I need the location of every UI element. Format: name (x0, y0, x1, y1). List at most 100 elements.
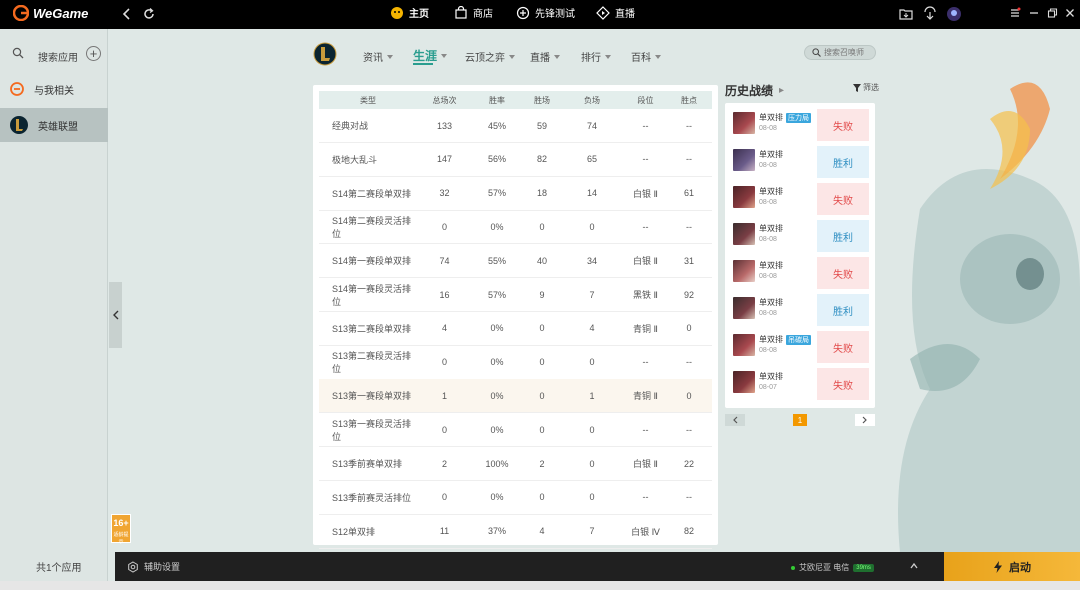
topnav-pioneer-test[interactable]: 先锋测试 (516, 5, 575, 20)
match-item[interactable]: 单双排 吊碳局 08-08 失败 (731, 331, 871, 364)
col-header-lp: 胜点 (681, 95, 697, 105)
wegame-logo[interactable]: WeGame (13, 5, 88, 21)
search-icon (12, 47, 24, 59)
table-row[interactable]: S13季前赛单双排 2 100% 2 0 白银 Ⅱ 22 (319, 447, 712, 481)
match-mode: 单双排 (759, 223, 783, 234)
cell-wins: 0 (539, 221, 545, 232)
table-row[interactable]: S13第一赛段灵活排位 0 0% 0 0 -- -- (319, 413, 712, 448)
cell-wins: 0 (539, 424, 545, 435)
topnav-label: 主页 (409, 9, 429, 20)
download-icon[interactable] (922, 6, 938, 22)
match-mode-label: 单双排 (759, 298, 783, 307)
subnav-wiki[interactable]: 百科 (631, 49, 661, 64)
match-result: 失败 (817, 183, 869, 215)
table-row[interactable]: S13第二赛段单双排 4 0% 0 4 青铜 Ⅱ 0 (319, 312, 712, 346)
cell-lp: 82 (683, 526, 694, 537)
match-item[interactable]: 单双排 08-07 失败 (731, 368, 871, 401)
match-item[interactable]: 单双排 压力局 08-08 失败 (731, 109, 871, 142)
active-tab-underline (413, 63, 433, 65)
back-icon[interactable] (119, 6, 135, 22)
topnav-live[interactable]: 直播 (596, 5, 635, 20)
search-icon (812, 48, 821, 57)
match-item[interactable]: 单双排 08-08 胜利 (731, 146, 871, 179)
cell-wins: 0 (539, 492, 545, 503)
table-row[interactable]: S13第二赛段灵活排位 0 0% 0 0 -- -- (319, 346, 712, 380)
match-mode-label: 单双排 (759, 372, 783, 381)
close-icon[interactable] (1063, 6, 1079, 22)
cell-rank: -- (642, 424, 649, 435)
cell-total: 2 (441, 458, 447, 469)
match-tag: 吊碳局 (786, 334, 811, 345)
table-header: 类型 总场次 胜率 胜场 负场 段位 胜点 (319, 91, 712, 109)
chevron-up-icon[interactable] (909, 561, 919, 571)
sidebar-item-lol[interactable]: 英雄联盟 (0, 108, 108, 142)
avatar[interactable] (946, 6, 962, 22)
folder-icon[interactable] (898, 6, 914, 22)
app-name: WeGame (33, 5, 89, 21)
lol-game-logo[interactable] (313, 42, 337, 66)
page-number[interactable]: 1 (793, 414, 807, 426)
col-header-losses: 负场 (584, 95, 600, 105)
server-selector[interactable]: 艾欧尼亚 电信 39ms (791, 562, 874, 573)
match-item[interactable]: 单双排 08-08 胜利 (731, 220, 871, 253)
cell-wins: 82 (536, 154, 547, 165)
chevron-down-icon (655, 54, 661, 59)
minimize-icon[interactable] (1027, 6, 1043, 22)
subnav-ranking[interactable]: 排行 (581, 49, 611, 64)
subnav-career[interactable]: 生涯 (413, 47, 448, 64)
col-header-total: 总场次 (432, 95, 457, 105)
related-icon (10, 82, 24, 96)
cell-winrate: 55% (487, 255, 506, 266)
cell-type: S14第一赛段灵活排位 (332, 283, 412, 307)
match-result: 胜利 (817, 294, 869, 326)
aux-settings-button[interactable]: 辅助设置 (127, 560, 180, 573)
table-row[interactable]: 经典对战 133 45% 59 74 -- -- (319, 109, 712, 143)
match-mode-label: 单双排 (759, 113, 783, 122)
background-art (840, 29, 1080, 552)
collapse-sidebar-button[interactable] (109, 282, 122, 348)
match-date: 08-07 (759, 384, 777, 391)
table-row[interactable]: S14第一赛段灵活排位 16 57% 9 7 黑铁 Ⅱ 92 (319, 278, 712, 312)
match-item[interactable]: 单双排 08-08 失败 (731, 183, 871, 216)
table-row[interactable]: S14第二赛段灵活排位 0 0% 0 0 -- -- (319, 210, 712, 245)
sidebar-item-related[interactable]: 与我相关 (0, 72, 108, 106)
launch-button[interactable]: 启动 (944, 552, 1080, 581)
filter-button[interactable]: 筛选 (853, 82, 879, 93)
cell-winrate: 45% (487, 120, 506, 131)
champion-avatar (733, 297, 755, 319)
cell-rank: -- (642, 357, 649, 368)
cell-total: 0 (441, 492, 447, 503)
chevron-down-icon (605, 54, 611, 59)
subnav-live[interactable]: 直播 (530, 49, 560, 64)
add-app-button[interactable]: + (86, 46, 101, 61)
table-row[interactable]: S14第一赛段单双排 74 55% 40 34 白银 Ⅱ 31 (319, 244, 712, 279)
filter-label: 筛选 (863, 83, 879, 92)
sidebar-search[interactable]: 搜索应用 + (0, 43, 108, 65)
cell-lp: 61 (683, 188, 694, 199)
cell-total: 16 (439, 289, 450, 300)
summoner-search-input[interactable]: 搜索召唤师 (804, 45, 876, 60)
table-row[interactable]: S13第一赛段单双排 1 0% 0 1 青铜 Ⅱ 0 (319, 379, 712, 414)
chevron-right-icon (862, 416, 867, 424)
topnav-shop[interactable]: 商店 (454, 5, 493, 20)
table-row[interactable]: S12单双排 11 37% 4 7 白银 Ⅳ 82 (319, 515, 712, 549)
cell-wins: 40 (536, 255, 547, 266)
topnav-home[interactable]: 主页 (390, 5, 429, 20)
prev-page-button[interactable] (725, 414, 745, 426)
history-title[interactable]: 历史战绩 ▸ (725, 82, 784, 99)
refresh-icon[interactable] (141, 6, 157, 22)
cell-lp: -- (686, 424, 692, 435)
match-item[interactable]: 单双排 08-08 失败 (731, 257, 871, 290)
subnav-tft[interactable]: 云顶之弈 (465, 49, 515, 64)
maximize-icon[interactable] (1045, 6, 1061, 22)
topnav-label: 商店 (473, 9, 493, 20)
cell-winrate: 57% (487, 188, 506, 199)
menu-icon[interactable] (1008, 6, 1024, 22)
match-item[interactable]: 单双排 08-08 胜利 (731, 294, 871, 327)
next-page-button[interactable] (855, 414, 875, 426)
table-row[interactable]: S13季前赛灵活排位 0 0% 0 0 -- -- (319, 481, 712, 515)
table-row[interactable]: 极地大乱斗 147 56% 82 65 -- -- (319, 143, 712, 177)
table-row[interactable]: S14第二赛段单双排 32 57% 18 14 白银 Ⅱ 61 (319, 177, 712, 211)
subnav-news[interactable]: 资讯 (363, 49, 393, 64)
search-placeholder: 搜索召唤师 (824, 48, 864, 57)
